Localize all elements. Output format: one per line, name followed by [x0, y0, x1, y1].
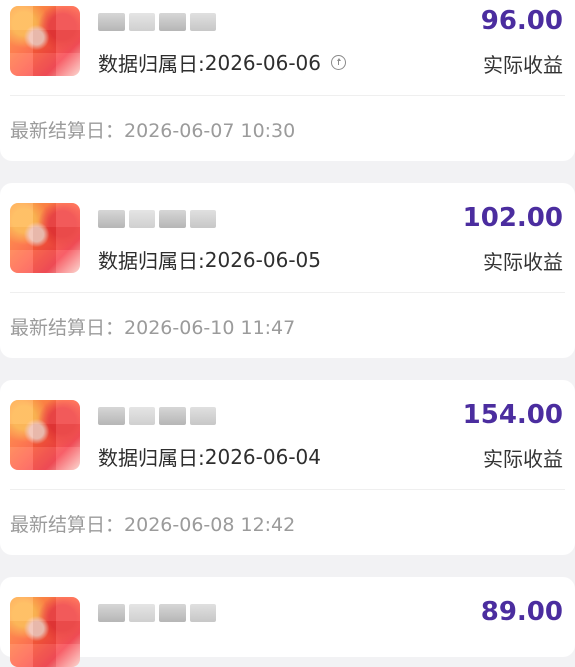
earnings-amount-label: 实际收益	[483, 250, 563, 274]
earnings-amount-label: 实际收益	[483, 447, 563, 471]
product-thumbnail	[10, 6, 80, 76]
earnings-amount: 154.00	[462, 400, 563, 430]
data-date-row: 数据归属日: 2026-06-05	[98, 245, 321, 274]
settlement-value: 2026-06-10 11:47	[124, 317, 296, 339]
settlement-value: 2026-06-08 12:42	[124, 514, 296, 536]
earnings-amount-label: 实际收益	[483, 53, 563, 77]
earnings-card[interactable]: 数据归属日: 2026-06-06 96.00 实际收益 最新结算日：2026-…	[0, 0, 575, 161]
earnings-card[interactable]: 数据归属日: 2026-06-05 102.00 实际收益 最新结算日：2026…	[0, 183, 575, 358]
settlement-label: 最新结算日：	[10, 514, 125, 536]
divider	[10, 489, 565, 490]
blurred-product-title	[98, 208, 216, 230]
settlement-label: 最新结算日：	[10, 120, 125, 142]
settlement-row: 最新结算日：2026-06-08 12:42	[10, 510, 295, 537]
data-date-label: 数据归属日:	[98, 249, 205, 273]
data-date-label: 数据归属日:	[98, 446, 205, 470]
earnings-card[interactable]: 89.00	[0, 577, 575, 667]
earnings-amount: 96.00	[480, 6, 563, 36]
settlement-row: 最新结算日：2026-06-07 10:30	[10, 116, 295, 143]
divider	[10, 292, 565, 293]
settlement-label: 最新结算日：	[10, 317, 125, 339]
earnings-card[interactable]: 数据归属日: 2026-06-04 154.00 实际收益 最新结算日：2026…	[0, 380, 575, 555]
blurred-product-title	[98, 405, 216, 427]
earnings-amount: 89.00	[480, 597, 563, 627]
earnings-amount: 102.00	[462, 203, 563, 233]
settlement-value: 2026-06-07 10:30	[124, 120, 296, 142]
data-date-row: 数据归属日: 2026-06-06	[98, 48, 346, 77]
settlement-row: 最新结算日：2026-06-10 11:47	[10, 313, 295, 340]
blurred-product-title	[98, 602, 216, 624]
earnings-list: 数据归属日: 2026-06-06 96.00 实际收益 最新结算日：2026-…	[0, 0, 575, 667]
data-date-value: 2026-06-06	[204, 50, 321, 75]
data-date-value: 2026-06-05	[204, 247, 321, 272]
data-date-row: 数据归属日: 2026-06-04	[98, 442, 321, 471]
blurred-product-title	[98, 11, 216, 33]
product-thumbnail	[10, 203, 80, 273]
product-thumbnail	[10, 400, 80, 470]
divider	[10, 95, 565, 96]
product-thumbnail	[10, 597, 80, 667]
data-date-value: 2026-06-04	[204, 444, 321, 469]
data-date-label: 数据归属日:	[98, 52, 205, 76]
info-icon[interactable]	[330, 55, 346, 70]
